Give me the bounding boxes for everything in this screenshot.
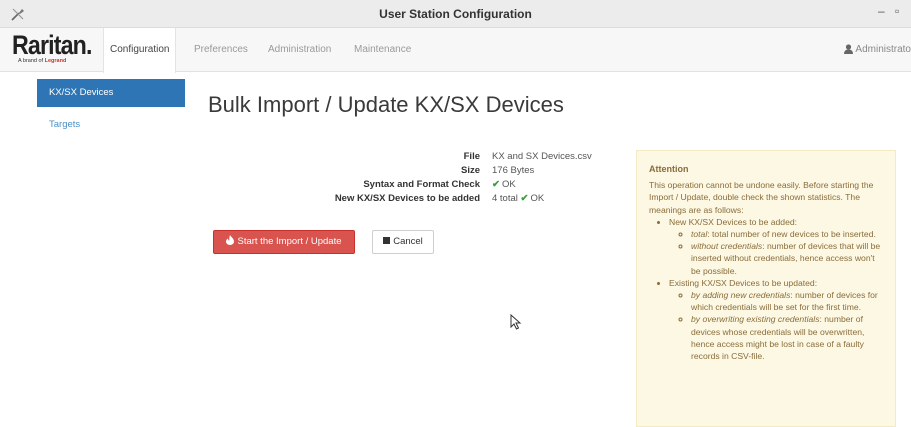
attention-heading: Attention bbox=[649, 164, 689, 174]
minimize-button[interactable]: – bbox=[878, 4, 885, 18]
attention-panel: Attention This operation cannot be undon… bbox=[636, 150, 896, 427]
attention-intro: This operation cannot be undone easily. … bbox=[649, 180, 874, 215]
tab-configuration[interactable]: Configuration bbox=[103, 28, 177, 73]
new-devices-status: OK bbox=[530, 193, 545, 204]
new-devices-heading: New KX/SX Devices to be added: bbox=[669, 216, 798, 227]
cancel-label: Cancel bbox=[393, 236, 423, 247]
term-adding-credentials: by adding new credentials bbox=[691, 290, 791, 301]
tab-preferences[interactable]: Preferences bbox=[188, 28, 254, 72]
new-devices-label: New KX/SX Devices to be added bbox=[334, 193, 480, 204]
cancel-button[interactable]: Cancel bbox=[372, 230, 434, 254]
size-label: Size bbox=[460, 165, 480, 176]
size-value: 176 Bytes bbox=[492, 165, 535, 176]
user-name: Administrato bbox=[855, 44, 911, 55]
user-menu[interactable]: Administrato bbox=[844, 28, 911, 72]
list-item: without credentials: number of devices t… bbox=[691, 240, 883, 277]
user-icon bbox=[844, 44, 854, 54]
brand-wordmark: Raritan. bbox=[12, 30, 92, 60]
term-total-desc: : total number of new devices to be inse… bbox=[707, 229, 876, 240]
mouse-pointer-icon bbox=[510, 314, 522, 330]
window-title: User Station Configuration bbox=[379, 7, 532, 21]
new-devices-value: 4 total ✔ OK bbox=[492, 192, 632, 206]
syntax-check-value: ✔ OK bbox=[492, 178, 632, 192]
window-titlebar: User Station Configuration – ▫ bbox=[0, 0, 911, 28]
tab-maintenance[interactable]: Maintenance bbox=[348, 28, 417, 72]
existing-devices-sublist: by adding new credentials: number of dev… bbox=[691, 289, 883, 362]
attention-list: New KX/SX Devices to be added: total: to… bbox=[669, 216, 883, 362]
syntax-status: OK bbox=[501, 179, 516, 190]
sidebar-item-kx-sx-devices[interactable]: KX/SX Devices bbox=[37, 79, 185, 107]
existing-devices-heading: Existing KX/SX Devices to be updated: bbox=[669, 277, 818, 288]
new-devices-count: 4 total bbox=[492, 193, 518, 204]
sidebar: KX/SX Devices Targets bbox=[37, 79, 185, 139]
page-title: Bulk Import / Update KX/SX Devices bbox=[208, 92, 564, 117]
term-overwriting-credentials: by overwriting existing credentials bbox=[691, 314, 820, 325]
start-import-button[interactable]: Start the Import / Update bbox=[213, 230, 355, 254]
check-icon: ✔ bbox=[492, 179, 500, 190]
term-without-credentials: without credentials bbox=[691, 241, 763, 252]
maximize-button[interactable]: ▫ bbox=[895, 4, 899, 18]
term-total: total bbox=[691, 229, 708, 240]
file-label: File bbox=[463, 151, 480, 162]
list-item: by overwriting existing credentials: num… bbox=[691, 313, 883, 362]
top-navigation: Raritan. A brand of Legrand Configuratio… bbox=[0, 28, 911, 73]
import-summary-labels: File Size Syntax and Format Check New KX… bbox=[290, 150, 480, 206]
fire-icon bbox=[226, 231, 235, 253]
list-item: Existing KX/SX Devices to be updated: by… bbox=[669, 277, 883, 362]
start-import-label: Start the Import / Update bbox=[237, 236, 342, 247]
import-summary-values: KX and SX Devices.csv 176 Bytes ✔ OK 4 to… bbox=[492, 150, 632, 206]
new-devices-sublist: total: total number of new devices to be… bbox=[691, 228, 883, 277]
check-icon: ✔ bbox=[520, 193, 529, 204]
file-value: KX and SX Devices.csv bbox=[492, 151, 592, 162]
list-item: by adding new credentials: number of dev… bbox=[691, 289, 883, 313]
syntax-check-label: Syntax and Format Check bbox=[363, 179, 480, 190]
sidebar-item-targets[interactable]: Targets bbox=[37, 111, 185, 139]
brand-logo[interactable]: Raritan. A brand of Legrand bbox=[12, 30, 100, 70]
tab-administration[interactable]: Administration bbox=[262, 28, 337, 72]
list-item: New KX/SX Devices to be added: total: to… bbox=[669, 216, 883, 277]
list-item: total: total number of new devices to be… bbox=[691, 228, 883, 240]
stop-icon bbox=[383, 237, 391, 244]
